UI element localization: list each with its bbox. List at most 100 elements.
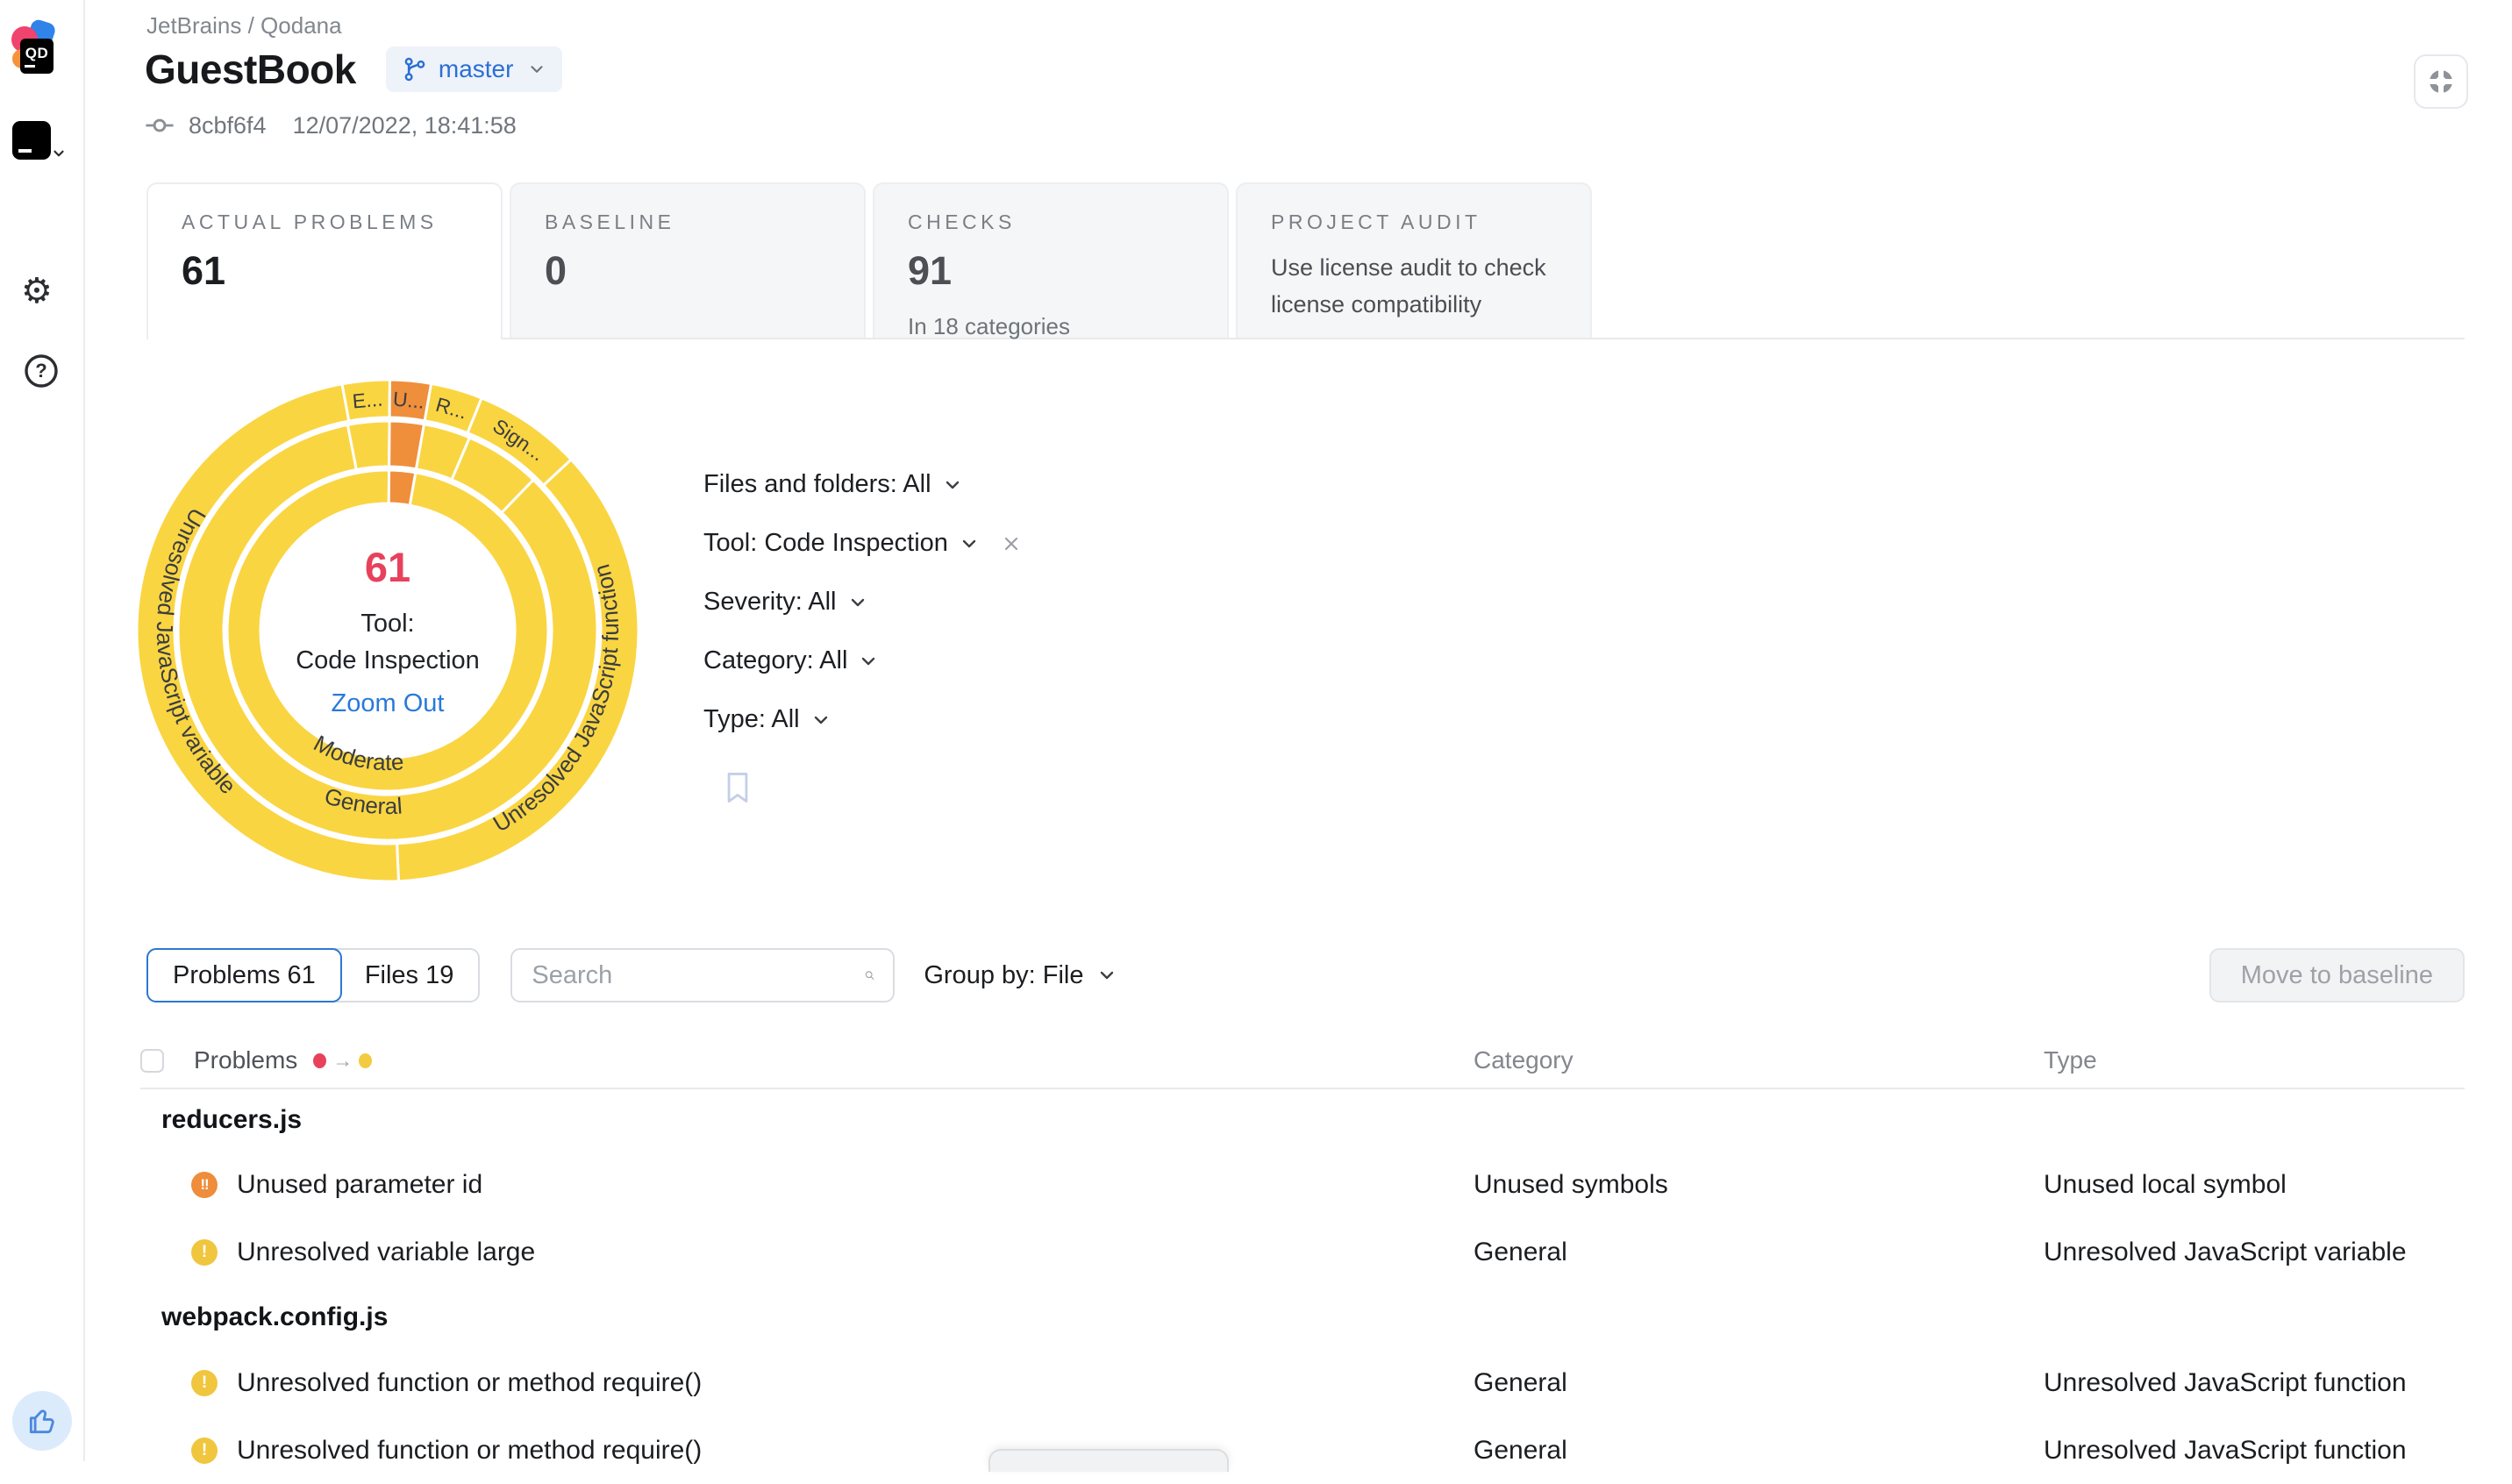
search-input[interactable] [530,960,864,991]
select-all-checkbox[interactable] [140,1049,164,1073]
yellow-severity-dot-icon [359,1053,372,1068]
problem-type: Unresolved JavaScript function [2044,1368,2465,1398]
problems-column-header[interactable]: Problems [194,1046,297,1074]
bookmark-icon[interactable] [723,770,1022,810]
problem-row[interactable]: !! Unused parameter id Unused symbols Un… [140,1151,2465,1218]
chevron-down-icon [942,474,963,496]
problem-row[interactable]: ! Unresolved variable large General Unre… [140,1218,2465,1286]
problem-category: General [1474,1368,2044,1398]
branch-selector[interactable]: master [386,46,563,92]
problem-row[interactable]: ! Unresolved function or method require(… [140,1416,2465,1484]
filter-files-and-folders[interactable]: Files and folders: All [703,455,1022,514]
filter-category[interactable]: Category: All [703,631,1022,690]
filter-tool[interactable]: Tool: Code Inspection [703,514,1022,573]
sidebar: QD ⚙ ? [0,0,85,1461]
sunburst-segment[interactable] [227,470,548,791]
ide-selector-chevron-down-icon[interactable] [51,146,67,166]
zoom-out-link[interactable]: Zoom Out [332,689,445,718]
problem-category: General [1474,1238,2044,1267]
svg-text:?: ? [35,360,46,382]
branch-name: master [439,55,514,83]
filters-panel: Files and folders: All Tool: Code Inspec… [703,455,1022,810]
severity-moderate-icon: ! [191,1239,218,1266]
bottom-peek-button[interactable] [988,1449,1229,1472]
file-group-header[interactable]: webpack.config.js [140,1286,2465,1349]
branch-chevron-down-icon [527,60,546,79]
chevron-down-icon [1096,965,1117,986]
problem-type: Unresolved JavaScript function [2044,1436,2465,1466]
table-header: Problems → Category Type [140,1033,2465,1089]
results-view-switch: Problems 61 Files 19 [146,948,480,1002]
commit-time: 12/07/2022, 18:41:58 [293,112,517,139]
search-box [510,948,895,1002]
page-title: GuestBook [145,46,356,93]
sunburst-segment[interactable] [347,421,389,469]
problem-row[interactable]: ! Unresolved function or method require(… [140,1349,2465,1416]
tab-note: In 18 categories [908,313,1227,340]
filter-label: Tool: Code Inspection [703,529,948,558]
file-group-header[interactable]: reducers.js [140,1089,2465,1151]
tab-files[interactable]: Files 19 [340,950,479,1001]
sort-arrow-icon: → [332,1049,353,1073]
git-branch-icon [402,56,428,82]
problem-category: General [1474,1436,2044,1466]
tab-value: 61 [182,248,501,294]
problems-sunburst-chart: Unresolved JavaScript variableUnresolved… [135,378,640,883]
problems-table: Problems → Category Type reducers.js !! … [140,1033,2465,1484]
sunburst-chart[interactable]: Unresolved JavaScript variableUnresolved… [135,378,640,883]
filter-label: Severity: All [703,588,837,617]
results-toolbar: Problems 61 Files 19 Group by: File Move… [146,948,2465,1002]
settings-gear-icon[interactable]: ⚙ [21,274,53,309]
group-by-dropdown[interactable]: Group by: File [924,961,1117,990]
title-row: GuestBook master [145,46,562,93]
tab-value: 0 [545,248,864,294]
filter-label: Files and folders: All [703,470,931,499]
sunburst-segment[interactable] [389,470,416,505]
problem-title: Unresolved variable large [237,1238,535,1267]
summary-tabs: ACTUAL PROBLEMS 61 BASELINE 0 CHECKS 91 … [146,182,2465,339]
group-by-label: Group by: File [924,961,1083,990]
ide-selector-icon[interactable] [12,121,51,160]
type-column-header[interactable]: Type [2044,1046,2465,1074]
severity-high-icon: !! [191,1172,218,1198]
filter-label: Type: All [703,705,800,734]
feedback-thumbs-up-icon[interactable] [12,1391,72,1451]
tab-label: BASELINE [545,210,864,234]
qodana-logo-icon[interactable]: QD [11,21,54,74]
tab-project-audit[interactable]: PROJECT AUDIT Use license audit to check… [1236,182,1592,338]
commit-row: 8cbf6f4 12/07/2022, 18:41:58 [145,111,517,140]
tab-problems[interactable]: Problems 61 [146,948,342,1002]
chevron-down-icon [810,710,831,731]
filter-type[interactable]: Type: All [703,690,1022,749]
commit-icon [145,111,175,140]
tab-label: CHECKS [908,210,1227,234]
problem-category: Unused symbols [1474,1170,2044,1200]
support-button[interactable] [2414,54,2468,109]
severity-sort-indicator[interactable]: → [313,1049,372,1073]
logo-qd-box: QD [20,39,54,74]
commit-hash: 8cbf6f4 [189,112,267,139]
sunburst-label: E... [352,388,384,413]
help-question-icon[interactable]: ? [23,353,60,394]
sunburst-label: U... [392,388,425,413]
filter-severity[interactable]: Severity: All [703,573,1022,631]
problem-title: Unused parameter id [237,1170,482,1200]
tab-checks[interactable]: CHECKS 91 In 18 categories [873,182,1229,338]
search-icon [864,963,875,988]
clear-filter-icon[interactable] [1001,533,1022,554]
tab-baseline[interactable]: BASELINE 0 [510,182,866,338]
tab-value: 91 [908,248,1227,294]
problem-type: Unused local symbol [2044,1170,2465,1200]
chevron-down-icon [959,533,980,554]
breadcrumb[interactable]: JetBrains / Qodana [146,12,342,39]
problem-title: Unresolved function or method require() [237,1368,702,1398]
move-to-baseline-button[interactable]: Move to baseline [2209,948,2465,1002]
category-column-header[interactable]: Category [1474,1046,2044,1074]
tab-actual-problems[interactable]: ACTUAL PROBLEMS 61 [146,182,503,339]
red-severity-dot-icon [313,1053,326,1068]
severity-moderate-icon: ! [191,1438,218,1464]
tab-note: Use license audit to check license compa… [1271,250,1552,324]
problem-title: Unresolved function or method require() [237,1436,702,1466]
problem-type: Unresolved JavaScript variable [2044,1238,2465,1267]
chevron-down-icon [858,651,879,672]
